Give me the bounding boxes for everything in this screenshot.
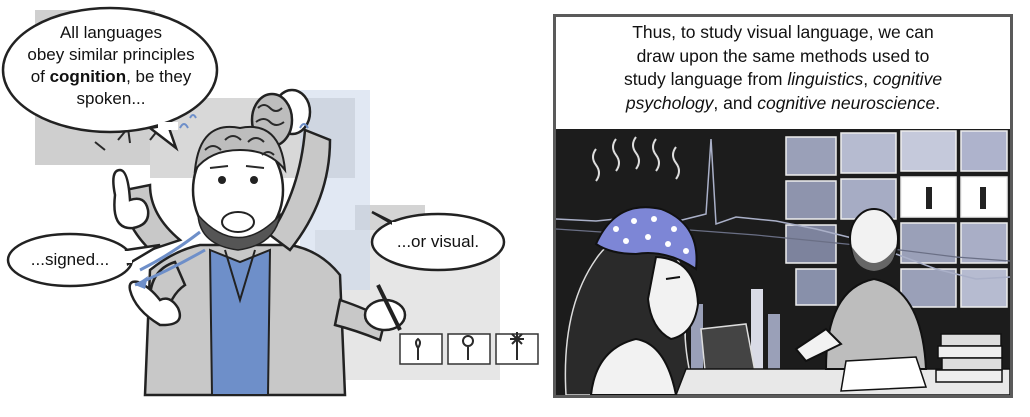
lab-scene (555, 129, 1011, 396)
caption-box: Thus, to study visual language, we can d… (556, 17, 1010, 129)
blue-shirt (208, 248, 272, 396)
caption-line-4: psychology, and cognitive neuroscience. (625, 92, 941, 113)
left-eye (218, 176, 226, 184)
left-comic-panel: All languages obey similar principles of… (0, 0, 545, 412)
right-comic-panel: Thus, to study visual language, we can d… (553, 14, 1013, 398)
bubble-spoken-text: All languages obey similar principles of… (14, 22, 208, 110)
caption-line-3: study language from linguistics, cogniti… (623, 69, 943, 89)
smile (221, 211, 255, 233)
mini-frame-1 (399, 333, 443, 365)
caption-line-1: Thus, to study visual language, we can (632, 22, 934, 42)
bubble-signed-text: ...signed... (30, 250, 110, 269)
book-stack (935, 333, 1003, 383)
bubble-spoken-line-1: All languages (59, 23, 163, 42)
bar-graph-bar-4 (768, 314, 780, 369)
bubble-spoken-line-2: obey similar principles (27, 45, 195, 64)
bubble-spoken-line-4: spoken... (76, 89, 146, 108)
lab-scene-illustration (555, 129, 1011, 396)
open-comic (840, 356, 928, 392)
bold-cognition: cognition (49, 67, 127, 86)
bubble-visual-text: ...or visual. (396, 232, 480, 251)
right-eye (250, 176, 258, 184)
bubble-spoken-line-3: of cognition, be they (30, 67, 192, 86)
caption-line-2: draw upon the same methods used to (636, 45, 930, 66)
